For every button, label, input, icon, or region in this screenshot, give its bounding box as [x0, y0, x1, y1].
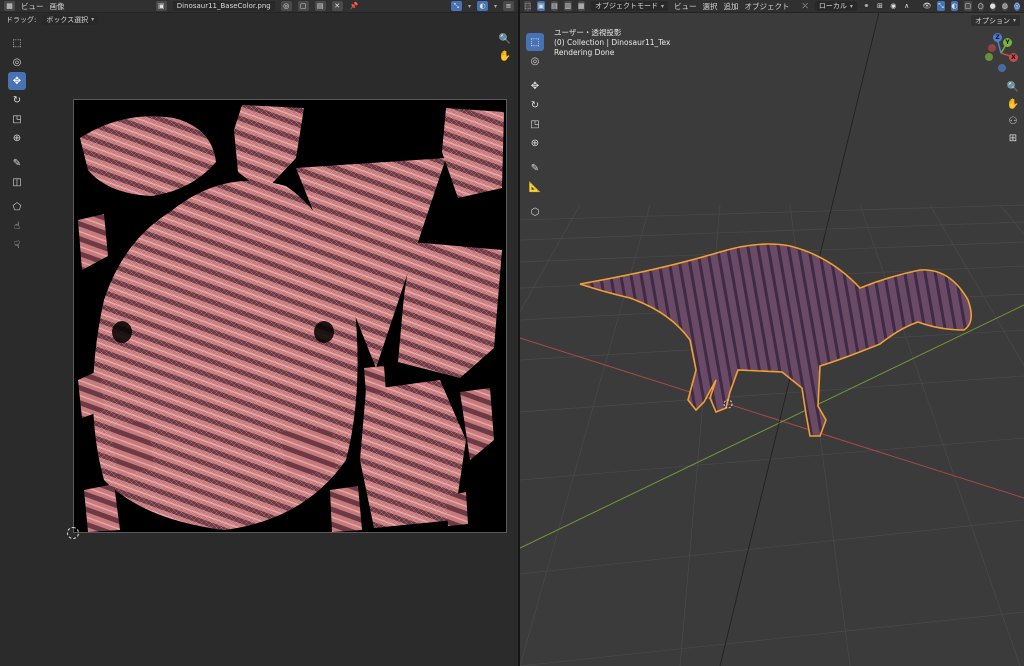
viewport-toolbar: ⬚ ◎ ✥ ↻ ◳ ⊕ ✎ 📐 ⬡ — [526, 33, 544, 221]
navigation-gizmo[interactable]: Z Y X — [980, 32, 1022, 74]
transform-orientation-icon[interactable]: ⤫ — [801, 1, 808, 11]
pan-hand-icon[interactable]: ✋ — [498, 49, 512, 63]
uv-navigation: 🔍 ✋ — [498, 32, 512, 63]
collection-info: (0) Collection | Dinosaur11_Tex — [554, 38, 671, 47]
menu-add[interactable]: 追加 — [723, 1, 738, 12]
display-mode-icon[interactable]: ◐ — [477, 1, 488, 11]
gizmo-y-axis[interactable]: Y — [1003, 38, 1012, 47]
rip-tool-icon[interactable]: ◫ — [8, 173, 26, 191]
dinosaur-model — [579, 243, 972, 437]
uv-islands — [78, 105, 504, 532]
chevron-down-icon: ▾ — [660, 2, 664, 10]
pinch-tool-icon[interactable]: ☟ — [8, 236, 26, 254]
menu-view[interactable]: ビュー — [674, 1, 697, 12]
select-invert-icon[interactable]: ▦ — [577, 1, 585, 11]
image-name-field[interactable]: Dinosaur11_BaseColor.png — [172, 1, 275, 11]
transform-tool-icon[interactable]: ⊕ — [526, 134, 544, 152]
falloff-icon[interactable]: ∧ — [903, 1, 910, 11]
render-status: Rendering Done — [554, 48, 615, 57]
view-name: ユーザー・透視投影 — [554, 28, 622, 37]
editor-type-icon[interactable]: ▦ — [4, 1, 15, 11]
chevron-down-icon: ▾ — [1012, 17, 1016, 24]
gizmo-x-axis[interactable]: X — [1009, 53, 1018, 62]
grab-tool-icon[interactable]: ⬠ — [8, 198, 26, 216]
chevron-down-icon: ▾ — [849, 2, 853, 10]
pin-icon[interactable]: 📌 — [349, 1, 360, 11]
2d-cursor-icon[interactable] — [67, 527, 79, 539]
menu-image[interactable]: 画像 — [50, 1, 65, 12]
visibility-icon[interactable]: 👁 — [922, 1, 931, 11]
3d-viewport[interactable]: ⬚ ▣ ▤ ▥ ▦ オブジェクトモード ▾ ビュー 選択 追加 オブジェクト ⤫… — [520, 0, 1024, 666]
open-image-icon[interactable]: ▤ — [314, 1, 326, 11]
transform-tool-icon[interactable]: ⊕ — [8, 129, 26, 147]
relax-tool-icon[interactable]: ☝ — [8, 217, 26, 235]
chevron-down-icon[interactable]: ▾ — [494, 3, 497, 10]
zoom-icon[interactable]: 🔍 — [1006, 80, 1020, 94]
select-extend-icon[interactable]: ▤ — [550, 1, 559, 11]
select-subtract-icon[interactable]: ▥ — [564, 1, 572, 11]
cursor-3d-tool-icon[interactable]: ◎ — [526, 52, 544, 70]
snap-icon[interactable]: ⊞ — [876, 1, 883, 11]
measure-tool-icon[interactable]: 📐 — [526, 178, 544, 196]
gizmo-z-axis[interactable]: Z — [993, 33, 1002, 42]
xray-icon[interactable]: ▢ — [964, 1, 972, 11]
annotate-tool-icon[interactable]: ✎ — [526, 159, 544, 177]
viewport-navigation: 🔍 ✋ ⚇ ⊞ — [1006, 80, 1020, 145]
viewport-grid — [520, 0, 1024, 666]
viewport-header: ⬚ ▣ ▤ ▥ ▦ オブジェクトモード ▾ ビュー 選択 追加 オブジェクト ⤫… — [520, 0, 1024, 13]
unlink-image-icon[interactable]: ✕ — [331, 1, 343, 11]
add-cube-tool-icon[interactable]: ⬡ — [526, 203, 544, 221]
menu-view[interactable]: ビュー — [21, 1, 44, 12]
pivot-icon[interactable]: ⚭ — [863, 1, 870, 11]
shading-solid-icon[interactable]: ● — [989, 1, 996, 11]
shading-material-icon[interactable]: ◍ — [1001, 1, 1008, 11]
drag-label: ドラッグ: — [6, 15, 37, 24]
drag-mode-dropdown[interactable]: ボックス選択 ▾ — [42, 14, 99, 25]
pan-hand-icon[interactable]: ✋ — [1006, 97, 1020, 111]
fake-user-icon[interactable]: ◎ — [280, 1, 292, 11]
menu-select[interactable]: 選択 — [702, 1, 717, 12]
menu-object[interactable]: オブジェクト — [744, 1, 789, 12]
cursor-2d-tool-icon[interactable]: ◎ — [8, 53, 26, 71]
editor-type-icon[interactable]: ⬚ — [524, 1, 532, 11]
uv-editor-header: ▦ ビュー 画像 ▣ Dinosaur11_BaseColor.png ◎ ▢ … — [0, 0, 518, 13]
zoom-icon[interactable]: 🔍 — [498, 32, 512, 46]
uv-editor: ▦ ビュー 画像 ▣ Dinosaur11_BaseColor.png ◎ ▢ … — [0, 0, 518, 666]
shading-rendered-icon[interactable]: ◎ — [1013, 1, 1020, 11]
uv-texture-canvas[interactable] — [73, 99, 507, 533]
tool-settings-bar: ドラッグ: ボックス選択 ▾ — [0, 13, 518, 26]
chevron-down-icon[interactable]: ▾ — [468, 3, 471, 10]
select-mode-icon[interactable]: ▣ — [537, 1, 545, 11]
select-tool-icon[interactable]: ⬚ — [8, 34, 26, 52]
overlay-toggle-icon[interactable]: ◐ — [950, 1, 959, 11]
rotate-tool-icon[interactable]: ↻ — [526, 96, 544, 114]
overlay-icon[interactable]: ≡ — [503, 1, 515, 11]
viewport-info: ユーザー・透視投影 (0) Collection | Dinosaur11_Te… — [554, 28, 670, 58]
orientation-dropdown[interactable]: ローカル ▾ — [814, 1, 857, 11]
camera-icon[interactable]: ⚇ — [1006, 114, 1020, 128]
options-dropdown[interactable]: オプション ▾ — [970, 15, 1020, 26]
image-browse-icon[interactable]: ▣ — [155, 1, 167, 11]
uv-sync-icon[interactable]: ⤡ — [450, 1, 462, 11]
gizmo-toggle-icon[interactable]: ⤡ — [937, 1, 945, 11]
select-tool-icon[interactable]: ⬚ — [526, 33, 544, 51]
annotate-tool-icon[interactable]: ✎ — [8, 154, 26, 172]
uv-toolbar: ⬚ ◎ ✥ ↻ ◳ ⊕ ✎ ◫ ⬠ ☝ ☟ — [8, 34, 26, 254]
scale-tool-icon[interactable]: ◳ — [8, 110, 26, 128]
move-tool-icon[interactable]: ✥ — [526, 77, 544, 95]
move-tool-icon[interactable]: ✥ — [8, 72, 26, 90]
chevron-down-icon: ▾ — [91, 16, 95, 23]
shading-wireframe-icon[interactable]: ○ — [977, 1, 984, 11]
new-image-icon[interactable]: ▢ — [297, 1, 309, 11]
mode-dropdown[interactable]: オブジェクトモード ▾ — [590, 1, 668, 11]
proportional-edit-icon[interactable]: ◉ — [890, 1, 897, 11]
rotate-tool-icon[interactable]: ↻ — [8, 91, 26, 109]
grid-view-icon[interactable]: ⊞ — [1006, 131, 1020, 145]
scale-tool-icon[interactable]: ◳ — [526, 115, 544, 133]
